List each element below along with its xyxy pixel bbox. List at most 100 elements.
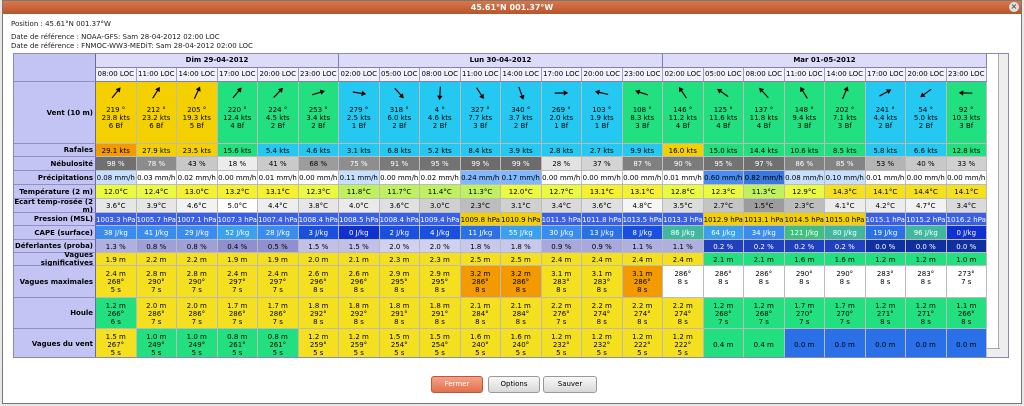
maxwave-value: 8 s: [839, 278, 850, 286]
windwave-cell: 1.2 m 222° 5 s: [663, 329, 704, 357]
maxwave-cell: 2.6 m 296° 8 s: [298, 266, 339, 298]
sigwave-cell: 1.9 m: [258, 253, 299, 266]
windwave-cell: 0.0 m: [825, 329, 866, 357]
pressure-value: 1008.4 hPa: [379, 215, 419, 224]
time-header: 11:00 LOC: [460, 68, 501, 82]
cloud-value: 68 %: [309, 160, 328, 168]
cloud-cell: 53 %: [865, 157, 906, 171]
lifted-cell: 0.8 %: [177, 240, 218, 253]
cape-value: 3 J/kg: [308, 229, 329, 237]
windwave-cell: 0.4 m: [703, 329, 744, 357]
maxwave-value: 7 s: [272, 286, 283, 294]
sigwave-cell: 1.6 m: [784, 253, 825, 266]
pressure-cell: 1014.5 hPa: [784, 213, 825, 226]
position-text: Position : 45.61°N 001.37°W: [11, 20, 111, 28]
dewp-value: 4.7°C: [915, 202, 936, 210]
close-button[interactable]: Fermer: [431, 376, 483, 393]
lifted-value: 0.9 %: [551, 242, 572, 251]
cloud-cell: 28 %: [541, 157, 582, 171]
maxwave-value: 2.9 m: [389, 270, 410, 278]
temp-cell: 13.0°C: [177, 185, 218, 199]
row-label-cape: CAPE (surface): [14, 226, 96, 240]
gusts-cell: 2.7 kts: [582, 144, 623, 157]
gusts-value: 16.0 kts: [668, 146, 697, 155]
wind-cell: 146 ° 11.2 kts 4 Bf: [663, 82, 704, 144]
temp-cell: 11.4°C: [420, 185, 461, 199]
wind-value: 212 °: [146, 106, 166, 114]
swell-value: 8 s: [353, 317, 364, 326]
temp-cell: 12.3°C: [298, 185, 339, 199]
wind-value: 241 °: [875, 106, 895, 114]
precip-cell: 0.00 mm/h: [906, 171, 947, 185]
maxwave-value: 3.2 m: [470, 270, 491, 278]
lifted-cell: 0.2 %: [744, 240, 785, 253]
swell-value: 271°: [876, 309, 894, 318]
lifted-value: 1.8 %: [510, 242, 531, 251]
gusts-value: 15.0 kts: [709, 146, 738, 155]
temp-value: 13.2°C: [225, 188, 250, 196]
swell-cell: 2.2 m 274° 8 s: [582, 298, 623, 329]
cloud-cell: 33 %: [946, 157, 987, 171]
cape-value: 64 J/kg: [711, 229, 736, 237]
dewp-value: 1.5°C: [753, 202, 774, 210]
swell-value: 1.7 m: [794, 301, 815, 310]
wind-value: 11.6 kts: [709, 114, 738, 122]
swell-value: 7 s: [556, 317, 567, 326]
temp-value: 11.7°C: [387, 188, 412, 196]
maxwave-cell: 2.8 m 290° 7 s: [177, 266, 218, 298]
sigwave-value: 2.4 m: [591, 255, 612, 264]
wind-value: 6.0 kts: [387, 114, 412, 122]
wind-cell: 4 ° 4.6 kts 2 Bf: [420, 82, 461, 144]
windwave-cell: 1.6 m 240° 5 s: [460, 329, 501, 357]
maxwave-value: 8 s: [475, 286, 486, 294]
temp-value: 13.0°C: [184, 188, 209, 196]
windwave-value: 254°: [390, 340, 408, 349]
maxwave-value: 3.2 m: [510, 270, 531, 278]
wind-arrow-icon: [232, 87, 242, 99]
save-button[interactable]: Sauver: [543, 376, 597, 393]
gusts-value: 5.2 kts: [427, 146, 452, 155]
precip-cell: 0.00 mm/h: [946, 171, 987, 185]
row-label-maxwave: Vagues maximales: [14, 266, 96, 298]
vertical-scrollbar[interactable]: [998, 54, 1008, 357]
sigwave-cell: 2.2 m: [177, 253, 218, 266]
pressure-value: 1009.4 hPa: [420, 215, 460, 224]
temp-cell: 11.3°C: [744, 185, 785, 199]
maxwave-value: 8 s: [799, 278, 810, 286]
wind-arrow-icon: [476, 87, 485, 100]
swell-cell: 2.2 m 276° 7 s: [541, 298, 582, 329]
cape-cell: 28 J/kg: [258, 226, 299, 240]
window-titlebar[interactable]: 45.61°N 001.37°W ×: [3, 1, 1021, 14]
pressure-value: 1003.3 hPa: [96, 215, 136, 224]
lifted-value: 0.2 %: [713, 242, 734, 251]
maxwave-value: 8 s: [434, 286, 445, 294]
lifted-value: 1.1 %: [672, 242, 693, 251]
maxwave-value: 286°: [755, 270, 773, 278]
swell-value: 266°: [957, 309, 975, 318]
temp-value: 14.4°C: [913, 188, 938, 196]
wind-value: 279 °: [349, 106, 369, 114]
precip-value: 0.08 mm/h: [96, 174, 135, 182]
dewp-value: 3.9°C: [146, 202, 167, 210]
windwave-value: 1.2 m: [551, 332, 572, 341]
windwave-cell: 0.8 m 261° 5 s: [217, 329, 258, 357]
pressure-value: 1013.1 hPa: [744, 215, 784, 224]
options-button[interactable]: Options: [488, 376, 540, 393]
wind-value: 2 Bf: [270, 122, 285, 130]
cloud-cell: 97 %: [744, 157, 785, 171]
swell-cell: 1.2 m 268° 7 s: [703, 298, 744, 329]
wind-arrow-icon: [678, 87, 687, 99]
dewp-value: 4.1°C: [834, 202, 855, 210]
close-icon[interactable]: ×: [1009, 2, 1019, 12]
cloud-value: 98 %: [106, 160, 125, 168]
cape-cell: 30 J/kg: [541, 226, 582, 240]
pressure-value: 1011.8 hPa: [582, 215, 622, 224]
maxwave-value: 2.6 m: [348, 270, 369, 278]
wind-cell: 92 ° 10.3 kts 3 Bf: [946, 82, 987, 144]
wind-value: 4.4 kts: [873, 114, 898, 122]
wind-arrow-icon: [879, 89, 892, 97]
windwave-value: 1.6 m: [470, 332, 491, 341]
row-label-precip: Précipitations: [14, 171, 96, 185]
maxwave-value: 7 s: [151, 286, 162, 294]
maxwave-cell: 3.2 m 286° 8 s: [460, 266, 501, 298]
